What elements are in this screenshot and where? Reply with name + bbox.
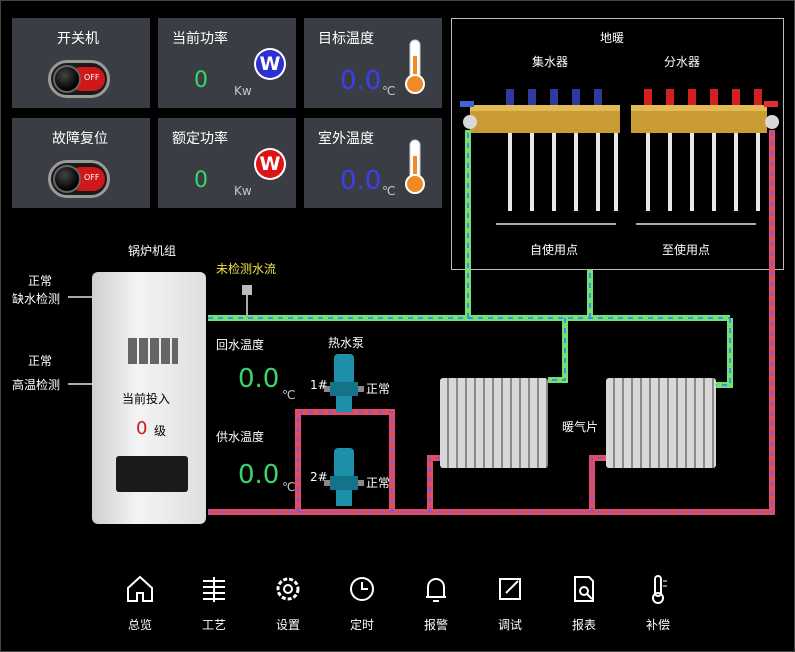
gear-icon xyxy=(276,577,300,601)
nav-timer-label: 定时 xyxy=(349,618,374,632)
pump-2-id: 2# xyxy=(310,470,328,484)
boiler-level-value: 0 xyxy=(136,418,148,439)
overheat-label: 高温检测 xyxy=(12,378,61,392)
overheat-connector xyxy=(68,383,92,385)
boiler-current-input-label: 当前投入 xyxy=(122,392,171,406)
report-icon xyxy=(574,576,594,602)
nav-report[interactable]: 报表 xyxy=(556,572,612,633)
nav-debug[interactable]: 调试 xyxy=(482,572,538,633)
supply-temp-unit: ℃ xyxy=(282,480,296,494)
nav-overview[interactable]: 总览 xyxy=(112,572,168,633)
boiler-unit: 当前投入 0 级 xyxy=(92,272,206,524)
pump-2-icon[interactable] xyxy=(324,446,364,510)
nav-process[interactable]: 工艺 xyxy=(186,572,242,633)
flow-status-label: 未检测水流 xyxy=(216,262,277,276)
thermometer-icon xyxy=(652,575,667,604)
water-shortage-state: 正常 xyxy=(28,274,53,288)
radiator-label: 暖气片 xyxy=(562,420,599,434)
nav-alarm-label: 报警 xyxy=(423,618,448,632)
edit-icon xyxy=(499,578,521,600)
supply-temp-value: 0.0 xyxy=(238,460,280,490)
nav-debug-label: 调试 xyxy=(497,618,522,632)
water-shortage-label: 缺水检测 xyxy=(12,292,61,306)
clock-icon xyxy=(350,577,374,601)
supply-temp-label: 供水温度 xyxy=(216,430,265,444)
pump-1-state: 正常 xyxy=(366,382,391,396)
nav-process-label: 工艺 xyxy=(201,618,226,632)
nav-settings-label: 设置 xyxy=(275,618,300,632)
nav-overview-label: 总览 xyxy=(127,618,152,632)
boiler-title: 锅炉机组 xyxy=(128,244,177,258)
hot-pump-title: 热水泵 xyxy=(328,336,365,350)
boiler-display-panel xyxy=(116,456,188,492)
overheat-state: 正常 xyxy=(28,354,53,368)
return-temp-unit: ℃ xyxy=(282,388,296,402)
radiator-right xyxy=(606,378,716,468)
return-temp-label: 回水温度 xyxy=(216,338,265,352)
pump-2-state: 正常 xyxy=(366,476,391,490)
nav-alarm[interactable]: 报警 xyxy=(408,572,464,633)
nav-compensation-label: 补偿 xyxy=(645,618,670,632)
bell-icon xyxy=(426,578,446,602)
boiler-vent-grid xyxy=(128,338,178,364)
pump-1-icon[interactable] xyxy=(324,352,364,416)
process-icon xyxy=(203,577,225,602)
water-shortage-connector xyxy=(68,296,92,298)
home-icon xyxy=(127,575,153,602)
radiator-left xyxy=(440,378,548,468)
nav-compensation[interactable]: 补偿 xyxy=(630,572,686,633)
pump-1-id: 1# xyxy=(310,378,328,392)
return-temp-value: 0.0 xyxy=(238,364,280,394)
nav-report-label: 报表 xyxy=(571,618,596,632)
nav-settings[interactable]: 设置 xyxy=(260,572,316,633)
nav-timer[interactable]: 定时 xyxy=(334,572,390,633)
boiler-level-unit: 级 xyxy=(154,424,167,438)
